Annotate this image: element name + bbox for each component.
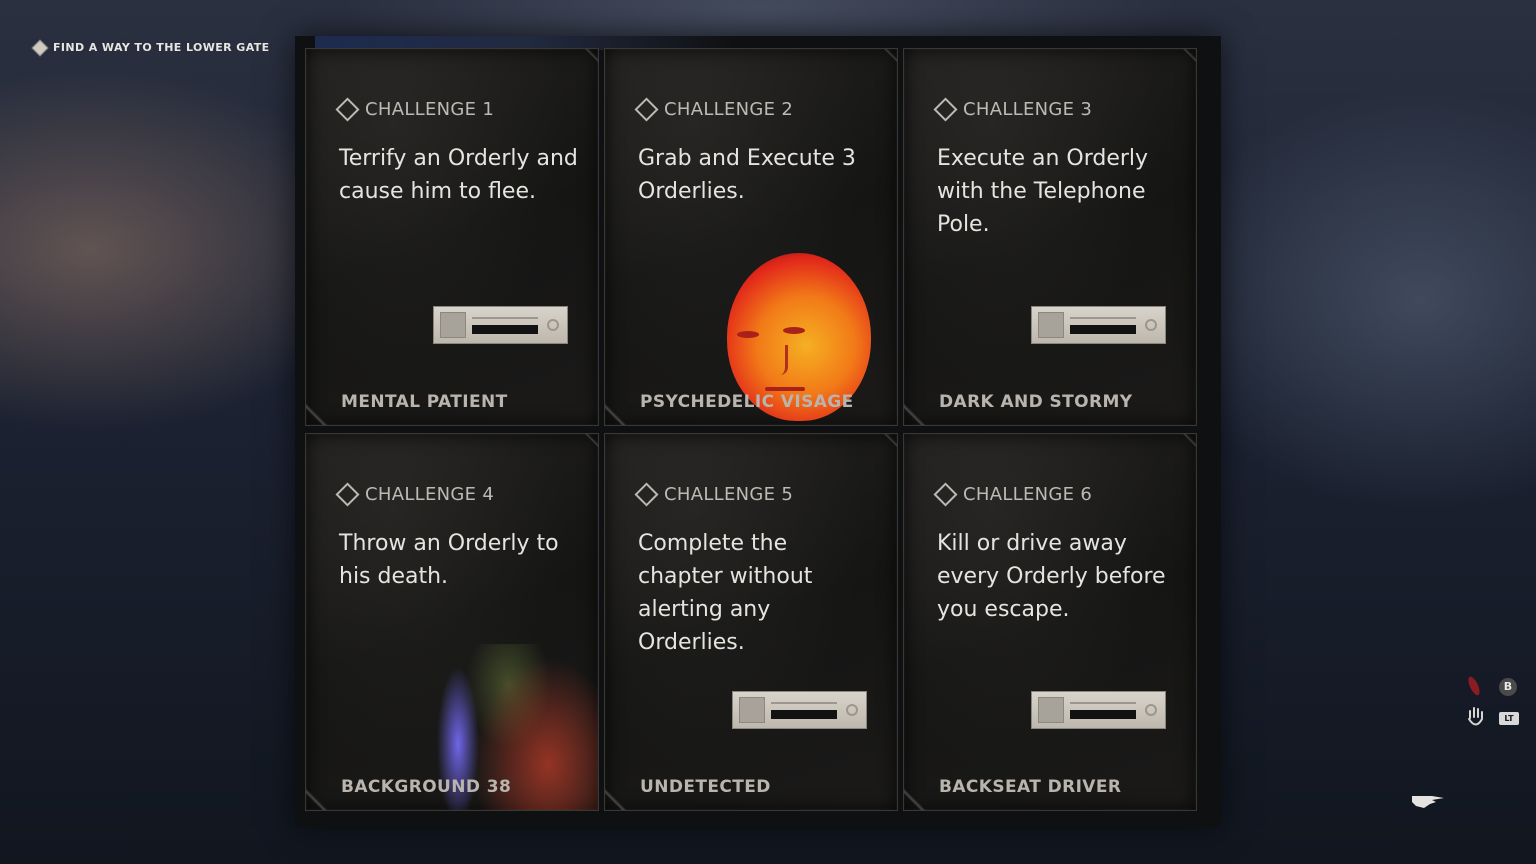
- reward-label: MENTAL PATIENT: [341, 392, 508, 412]
- diamond-icon: [335, 97, 360, 122]
- lt-button-prompt[interactable]: LT: [1499, 712, 1519, 725]
- reward-ticket-icon: [1031, 306, 1166, 344]
- challenge-card-3[interactable]: CHALLENGE 3 Execute an Orderly with the …: [903, 48, 1197, 426]
- objective-text: FIND A WAY TO THE LOWER GATE: [53, 41, 270, 54]
- diamond-icon: [634, 97, 659, 122]
- reward-label: DARK AND STORMY: [939, 392, 1133, 412]
- challenge-header: CHALLENGE 5: [634, 482, 793, 507]
- challenge-board: CHALLENGE 1 Terrify an Orderly and cause…: [295, 36, 1221, 827]
- challenge-description: Grab and Execute 3 Orderlies.: [638, 146, 856, 204]
- objective-tracker: FIND A WAY TO THE LOWER GATE: [31, 39, 270, 56]
- reward-label: PSYCHEDELIC VISAGE: [640, 392, 854, 412]
- challenge-description: Kill or drive away every Orderly before …: [937, 531, 1166, 622]
- challenge-card-1[interactable]: CHALLENGE 1 Terrify an Orderly and cause…: [305, 48, 599, 426]
- challenge-description: Throw an Orderly to his death.: [339, 531, 559, 589]
- diamond-icon: [933, 97, 958, 122]
- diamond-icon: [933, 482, 958, 507]
- reward-ticket-icon: [1031, 691, 1166, 729]
- challenge-header: CHALLENGE 6: [933, 482, 1092, 507]
- reward-label: UNDETECTED: [640, 777, 771, 797]
- reward-label: BACKSEAT DRIVER: [939, 777, 1122, 797]
- challenge-card-6[interactable]: CHALLENGE 6 Kill or drive away every Ord…: [903, 433, 1197, 811]
- b-button-prompt[interactable]: B: [1499, 678, 1517, 696]
- red-mark-icon: [1466, 675, 1482, 697]
- reward-ticket-icon: [732, 691, 867, 729]
- diamond-icon: [31, 39, 49, 56]
- pointing-hand-icon: [1410, 788, 1446, 814]
- challenge-card-4[interactable]: CHALLENGE 4 Throw an Orderly to his deat…: [305, 433, 599, 811]
- challenge-header: CHALLENGE 4: [335, 482, 494, 507]
- challenge-description: Complete the chapter without alerting an…: [638, 531, 813, 655]
- challenge-header: CHALLENGE 2: [634, 97, 793, 122]
- grab-hand-icon: [1466, 706, 1486, 732]
- diamond-icon: [335, 482, 360, 507]
- diamond-icon: [634, 482, 659, 507]
- challenge-card-5[interactable]: CHALLENGE 5 Complete the chapter without…: [604, 433, 898, 811]
- reward-ticket-icon: [433, 306, 568, 344]
- challenge-card-2[interactable]: CHALLENGE 2 Grab and Execute 3 Orderlies…: [604, 48, 898, 426]
- challenge-description: Execute an Orderly with the Telephone Po…: [937, 146, 1149, 237]
- challenge-header: CHALLENGE 1: [335, 97, 494, 122]
- challenge-description: Terrify an Orderly and cause him to flee…: [339, 146, 578, 204]
- reward-label: BACKGROUND 38: [341, 777, 512, 797]
- challenge-header: CHALLENGE 3: [933, 97, 1092, 122]
